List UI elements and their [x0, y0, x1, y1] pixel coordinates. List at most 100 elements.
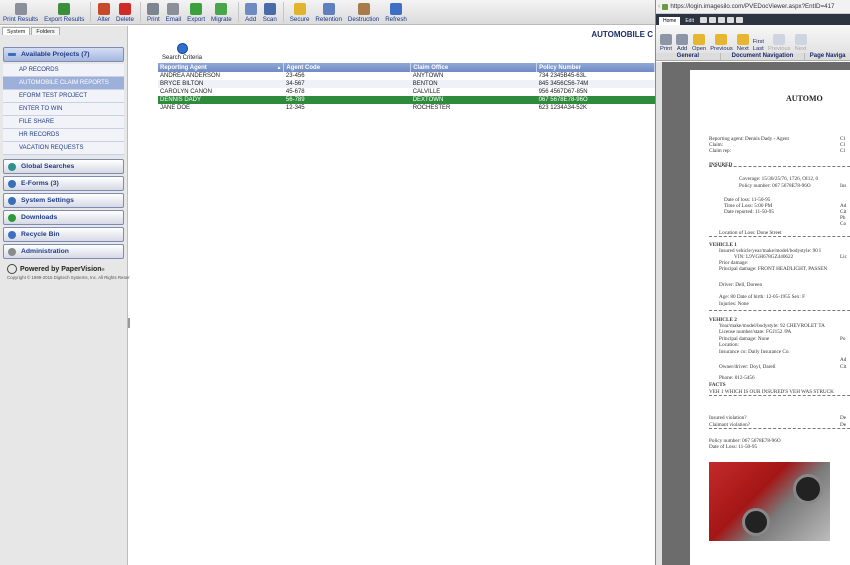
minus-icon — [8, 53, 16, 56]
table-row[interactable]: JANE DOE 12-345 ROCHESTER 623 1234A34-52K — [158, 104, 655, 112]
viewer-previous-button[interactable]: Previous — [708, 33, 735, 52]
project-title: AUTOMOBILE C — [591, 30, 653, 39]
document-text-line: License number/state: FGJ152 /PA — [719, 329, 792, 335]
tab-system[interactable]: System — [2, 27, 31, 35]
column-header-claim-office[interactable]: Claim Office — [410, 63, 538, 72]
scan-button[interactable]: Scan — [260, 0, 280, 25]
refresh-icon — [390, 3, 403, 15]
add-button[interactable]: Add — [242, 0, 260, 25]
viewer-ribbon-groups: General Document Navigation Page Naviga — [656, 53, 850, 61]
viewer-open-button[interactable]: Open — [690, 33, 708, 52]
section-system-settings[interactable]: System Settings — [3, 193, 124, 208]
viewer-add-button[interactable]: Add — [674, 33, 690, 52]
section-downloads[interactable]: Downloads — [3, 210, 124, 225]
powered-by-label: Powered by PaperVision — [20, 265, 102, 273]
section-e-forms-3[interactable]: E-Forms (3) — [3, 176, 124, 191]
photo-wheel — [793, 474, 823, 504]
toolbar-separator — [139, 2, 141, 22]
refresh-button[interactable]: Refresh — [382, 0, 410, 25]
lock-icon — [662, 3, 669, 10]
viewer-ribbon: Print Add Open Previous Next First Last Prev… — [656, 25, 850, 53]
project-item[interactable]: ENTER TO WIN — [3, 103, 124, 116]
viewer-print-button[interactable]: Print — [658, 33, 674, 52]
document-text-fragment: Lic — [840, 254, 847, 260]
toolbar-separator — [282, 2, 284, 22]
email-icon — [167, 3, 180, 15]
document-text-line: Principal damage: FRONT HEADLIGHT, PASSE… — [719, 266, 828, 272]
project-item[interactable]: AP RECORDS — [3, 64, 124, 77]
page-previous-button[interactable]: Previous — [766, 33, 793, 52]
table-row[interactable]: ANDREA ANDERSON 23-456 ANYTOWN 734 2345B45-… — [158, 72, 655, 80]
table-row[interactable]: DENNIS DADY 56-789 DEXTOWN 067 5678E78-96O — [158, 96, 655, 104]
table-cell: 845 3456C56-74M — [536, 80, 655, 88]
page-next-icon — [794, 34, 807, 45]
quick-access-icon[interactable] — [708, 17, 716, 23]
project-item[interactable]: FILE SHARE — [3, 116, 124, 129]
table-row[interactable]: BRYCE BILTON 34-567 BENTON 845 3456C56-74M — [158, 80, 655, 88]
group-general: General — [656, 53, 721, 60]
document-text-line: Age: 80 Date of birth: 12-05-1955 Sex: F — [719, 294, 806, 300]
quick-access-icon[interactable] — [717, 17, 725, 23]
viewer-next-button[interactable]: Next — [735, 33, 751, 52]
print-results-button[interactable]: Print Results — [0, 0, 41, 25]
table-header-row: Reporting Agent ▲ Agent Code Claim Offic… — [158, 63, 655, 72]
tab-folders[interactable]: Folders — [31, 27, 60, 35]
table-cell: 623 1234A34-52K — [538, 105, 587, 111]
project-item[interactable]: HR RECORDS — [3, 129, 124, 142]
viewer-tab-edit[interactable]: Edit — [681, 17, 698, 25]
sort-ascending-icon: ▲ — [276, 64, 282, 71]
delete-button[interactable]: Delete — [113, 0, 137, 25]
export-icon — [190, 3, 203, 15]
viewer-url[interactable]: https://login.imagesilo.com/PVEDocViewer… — [670, 3, 834, 10]
column-header-reporting-agent[interactable]: Reporting Agent ▲ — [158, 63, 285, 72]
last-page-button[interactable]: Last — [753, 46, 764, 53]
back-arrow-icon[interactable]: ‹ — [658, 3, 660, 10]
destruction-button[interactable]: Destruction — [345, 0, 382, 25]
print-icon — [147, 3, 160, 15]
migrate-button[interactable]: Migrate — [208, 0, 235, 25]
section-administration[interactable]: Administration — [3, 244, 124, 259]
print-button[interactable]: Print — [144, 0, 163, 25]
export-button[interactable]: Export — [184, 0, 208, 25]
document-canvas[interactable]: AUTOMO Reporting agent: Dennis Dady - Ag… — [656, 62, 850, 565]
document-text-line: Claim rep: — [709, 148, 732, 154]
section-global-searches[interactable]: Global Searches — [3, 159, 124, 174]
export-results-button[interactable]: Export Results — [41, 0, 87, 25]
quick-access-icon[interactable] — [735, 17, 743, 23]
table-cell: ANYTOWN — [412, 73, 444, 79]
results-area: AUTOMOBILE C Search Criteria Reporting A… — [130, 26, 655, 565]
project-item[interactable]: AUTOMOBILE CLAIM REPORTS — [3, 77, 124, 90]
results-table: Reporting Agent ▲ Agent Code Claim Offic… — [158, 63, 655, 112]
document-text-fragment: Po — [840, 336, 846, 342]
search-criteria-button[interactable]: Search Criteria — [162, 42, 202, 61]
table-row[interactable]: CAROLYN CANON 45-678 CALVILLE 956 4567D67-8… — [158, 88, 655, 96]
secure-button[interactable]: Secure — [287, 0, 313, 25]
document-viewer-window: ‹ https://login.imagesilo.com/PVEDocView… — [655, 0, 850, 565]
column-header-agent-code[interactable]: Agent Code — [283, 63, 412, 72]
admin-icon — [8, 247, 16, 256]
document-text-line: Coverage: 15/30/25/76, 1726, OI12, 0 — [739, 176, 819, 182]
viewer-tab-home[interactable]: Home — [659, 17, 681, 25]
viewer-ribbon-tabs: Home Edit — [656, 14, 850, 25]
project-item[interactable]: VACATION REQUESTS — [3, 142, 124, 155]
email-button[interactable]: Email — [163, 0, 184, 25]
table-cell: ROCHESTER — [412, 105, 451, 111]
alter-button[interactable]: Alter — [94, 0, 113, 25]
project-item[interactable]: EFORM TEST PROJECT — [3, 90, 124, 103]
column-header-policy-number[interactable]: Policy Number — [536, 63, 655, 72]
page-next-button[interactable]: Next — [793, 33, 809, 52]
document-divider — [709, 166, 850, 167]
table-cell: BENTON — [410, 80, 537, 88]
search-criteria-icon — [176, 43, 188, 54]
document-text-line: FACTS — [709, 382, 726, 388]
retention-button[interactable]: Retention — [312, 0, 345, 25]
toolbar-separator — [90, 2, 92, 22]
quick-access-icon[interactable] — [726, 17, 734, 23]
document-text-fragment: Cl — [840, 148, 845, 154]
available-projects-header[interactable]: Available Projects (7) — [3, 47, 124, 62]
secure-icon — [293, 3, 306, 15]
print-results-icon — [14, 3, 27, 15]
section-recycle-bin[interactable]: Recycle Bin — [3, 227, 124, 242]
quick-access-icon[interactable] — [699, 17, 707, 23]
document-scrollbar[interactable] — [656, 62, 662, 565]
